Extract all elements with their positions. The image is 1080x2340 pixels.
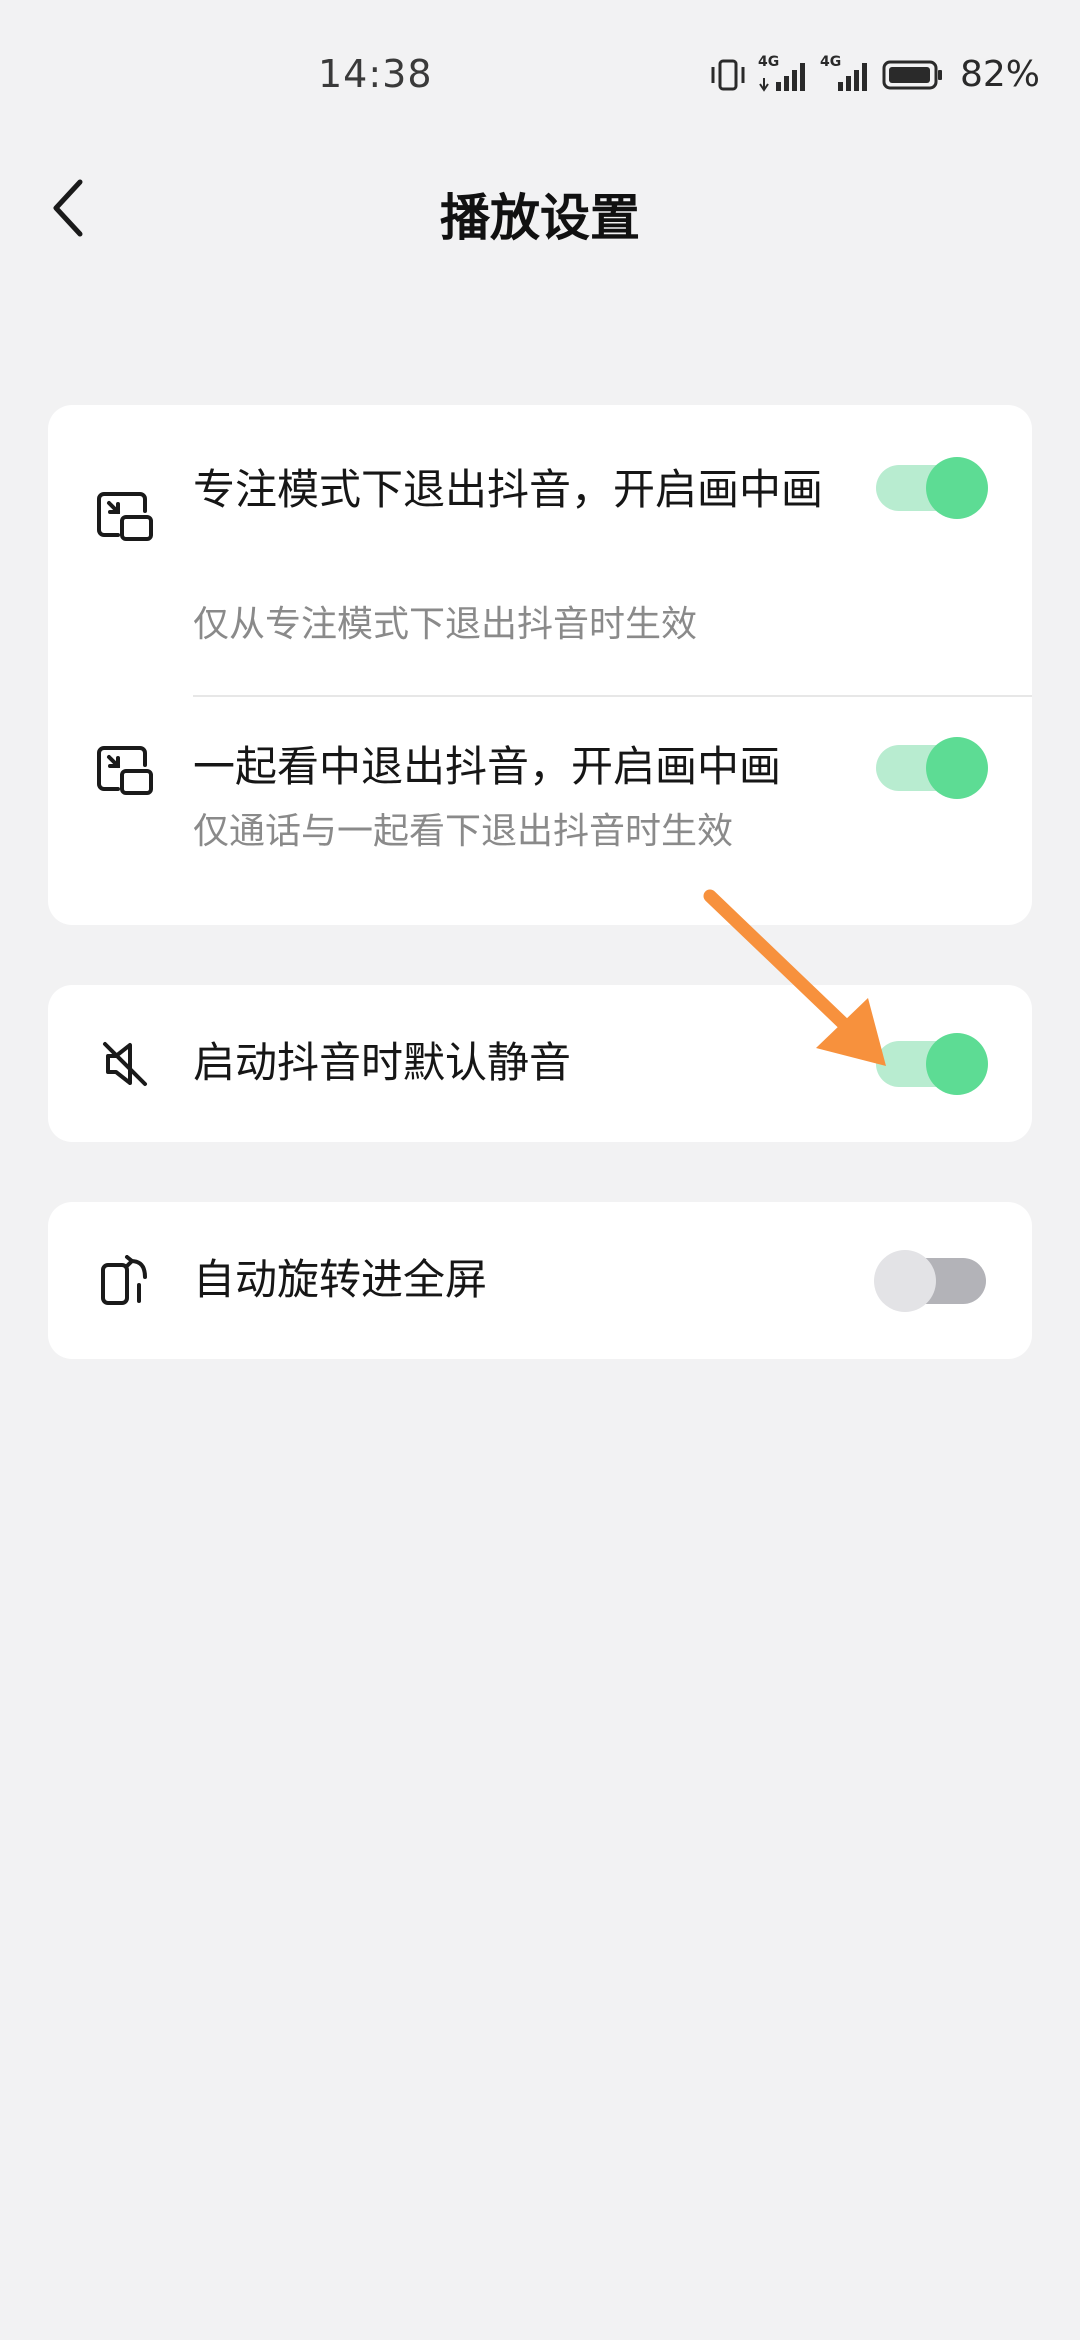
- rotate-screen-icon: [96, 1252, 154, 1310]
- signal-4g-icon: 4G: [758, 54, 810, 92]
- header: 播放设置: [0, 150, 1080, 270]
- auto-rotate-title: 自动旋转进全屏: [193, 1255, 488, 1304]
- pip-focus-subtitle: 仅从专注模式下退出抖音时生效: [193, 604, 698, 645]
- mute-icon: [96, 1035, 154, 1093]
- toggle-knob: [874, 1250, 936, 1312]
- picture-in-picture-icon: [96, 742, 154, 800]
- mute-settings-card: 启动抖音时默认静音: [48, 985, 1032, 1142]
- setting-row-mute-on-launch: 启动抖音时默认静音: [48, 985, 1032, 1142]
- toggle-knob: [926, 457, 988, 519]
- page-title: 播放设置: [440, 189, 640, 247]
- rotate-settings-card: 自动旋转进全屏: [48, 1202, 1032, 1359]
- network-type-label: 4G: [757, 53, 780, 70]
- pip-focus-toggle[interactable]: [876, 457, 988, 519]
- pip-watch-together-title: 一起看中退出抖音，开启画中画: [193, 742, 782, 791]
- pip-watch-together-toggle[interactable]: [876, 737, 988, 799]
- pip-focus-title: 专注模式下退出抖音，开启画中画: [193, 465, 824, 514]
- status-icons: 4G 4G 82%: [708, 54, 1040, 95]
- battery-icon: [882, 58, 944, 92]
- toggle-knob: [926, 737, 988, 799]
- toggle-knob: [926, 1033, 988, 1095]
- status-bar: 14:38 4G 4G 82%: [0, 0, 1080, 150]
- signal-4g-icon: 4G: [820, 54, 872, 92]
- auto-rotate-toggle[interactable]: [874, 1250, 986, 1312]
- setting-row-pip-focus: 专注模式下退出抖音，开启画中画 仅从专注模式下退出抖音时生效: [48, 405, 1032, 695]
- vibrate-icon: [708, 58, 748, 92]
- mute-on-launch-toggle[interactable]: [876, 1033, 988, 1095]
- mute-on-launch-title: 启动抖音时默认静音: [193, 1038, 572, 1087]
- picture-in-picture-icon: [96, 488, 154, 546]
- status-time: 14:38: [318, 52, 433, 96]
- pip-settings-card: 专注模式下退出抖音，开启画中画 仅从专注模式下退出抖音时生效 一起看中退出抖音，…: [48, 405, 1032, 925]
- network-type-label: 4G: [819, 53, 842, 70]
- setting-row-auto-rotate: 自动旋转进全屏: [48, 1202, 1032, 1359]
- pip-watch-together-subtitle: 仅通话与一起看下退出抖音时生效: [193, 811, 734, 852]
- setting-row-pip-watch-together: 一起看中退出抖音，开启画中画 仅通话与一起看下退出抖音时生效: [48, 697, 1032, 925]
- battery-percent: 82%: [959, 54, 1040, 95]
